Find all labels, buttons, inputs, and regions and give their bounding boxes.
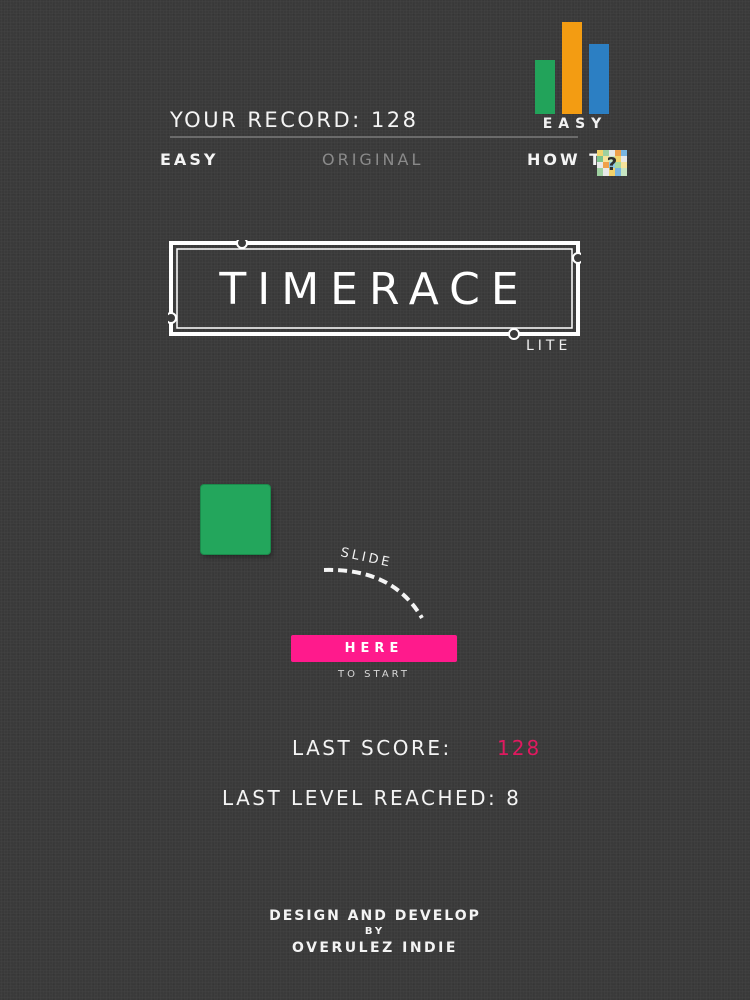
slide-text: SLIDE <box>339 545 394 571</box>
svg-text:?: ? <box>607 154 617 175</box>
credits-line-1: DESIGN AND DEVELOP <box>269 908 481 924</box>
credits: DESIGN AND DEVELOP BY OVERULEZ INDIE <box>175 908 575 956</box>
player-green-square[interactable] <box>201 485 270 554</box>
slide-hint-arrow: SLIDE <box>323 545 424 620</box>
to-start-caption: TO START <box>337 669 410 680</box>
difficulty-label: EASY <box>542 116 608 132</box>
credits-line-3: OVERULEZ INDIE <box>292 940 458 956</box>
game-title: TIMERACE <box>219 264 530 315</box>
difficulty-bar-orange <box>562 22 582 114</box>
mode-original-button[interactable]: ORIGINAL <box>322 150 423 169</box>
record-value: 128 <box>370 108 419 132</box>
difficulty-bar-blue <box>589 44 609 114</box>
last-score-label: LAST SCORE: <box>292 736 452 760</box>
last-score-value: 128 <box>497 736 542 760</box>
pixel-question-icon[interactable]: ? <box>597 150 627 176</box>
record-label: YOUR RECORD: <box>170 108 362 132</box>
difficulty-bar-green <box>535 60 555 114</box>
difficulty-bars-icon[interactable] <box>533 22 613 114</box>
mode-easy-button[interactable]: EASY <box>160 150 218 169</box>
record-divider <box>170 136 578 138</box>
record-display: YOUR RECORD: 128 <box>170 108 419 132</box>
credits-line-2: BY <box>364 926 386 937</box>
title-lite-label: LITE <box>526 338 572 354</box>
last-level-reached: LAST LEVEL REACHED: 8 <box>222 786 522 810</box>
here-start-button[interactable]: HERE <box>291 635 457 662</box>
